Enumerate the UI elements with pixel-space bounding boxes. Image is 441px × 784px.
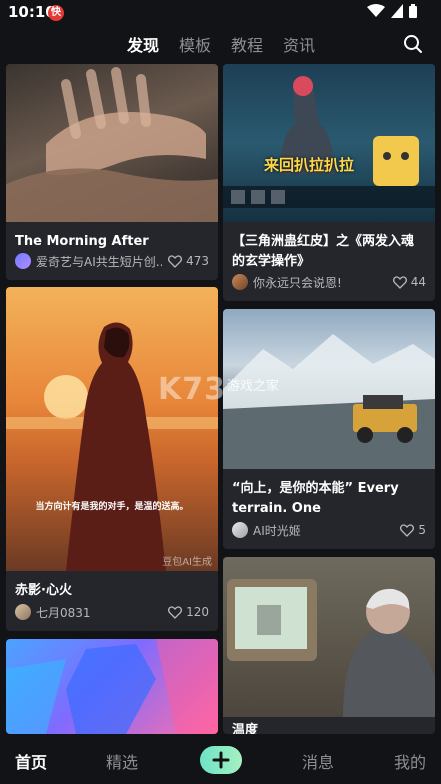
heart-icon bbox=[168, 605, 183, 619]
bottom-navigation: 首页 精选 消息 我的 bbox=[0, 734, 441, 784]
watermark-text: 游戏之家 bbox=[227, 379, 280, 394]
image-caption: 来回扒拉扒拉 bbox=[263, 156, 354, 174]
nav-featured[interactable]: 精选 bbox=[106, 749, 138, 773]
watermark-text: 豆包AI生成 bbox=[162, 557, 212, 568]
nav-profile[interactable]: 我的 bbox=[394, 749, 426, 773]
like-count: 120 bbox=[186, 605, 209, 619]
card-thumbnail bbox=[6, 64, 218, 222]
card-author: AI时光姬 bbox=[253, 523, 301, 538]
tab-templates[interactable]: 模板 bbox=[179, 32, 211, 56]
card-author: 爱奇艺与AI共生短片创... bbox=[36, 254, 163, 269]
card-meta: 七月0831 120 bbox=[15, 603, 209, 621]
nav-messages[interactable]: 消息 bbox=[302, 749, 334, 773]
avatar bbox=[15, 604, 31, 620]
nav-home[interactable]: 首页 bbox=[15, 749, 47, 773]
card-thumbnail: 游戏之家 bbox=[223, 309, 435, 469]
card-thumbnail: 来回扒拉扒拉 bbox=[223, 64, 435, 222]
old-man-tv-image bbox=[227, 579, 435, 717]
hands-image bbox=[6, 67, 218, 222]
plus-icon bbox=[212, 751, 230, 769]
notification-badge-icon: 快 bbox=[48, 5, 64, 21]
card-thumbnail: 当方向计有是我的对手，是温的送高。 豆包AI生成 bbox=[6, 287, 218, 571]
like-count: 44 bbox=[410, 275, 426, 289]
system-icons bbox=[367, 4, 417, 18]
feed-card[interactable]: 来回扒拉扒拉 【三角洲蛊红皮】之《两发入魂的玄学操作》 你永远只会说恩! 44 bbox=[223, 64, 435, 301]
feed-card[interactable]: 当方向计有是我的对手，是温的送高。 豆包AI生成 赤影·心火 七月0831 12… bbox=[6, 287, 218, 631]
feed-card[interactable]: The Morning After 爱奇艺与AI共生短片创... 473 bbox=[6, 64, 218, 280]
like-button[interactable]: 120 bbox=[168, 605, 209, 619]
like-button[interactable]: 5 bbox=[400, 523, 426, 537]
top-tabs: 发现 模板 教程 资讯 bbox=[0, 26, 441, 62]
feed-card[interactable]: 温度 bbox=[223, 557, 435, 734]
feed-card[interactable]: 游戏之家 “向上，是你的本能” Every terrain. One AI时光姬… bbox=[223, 309, 435, 549]
image-caption: 当方向计有是我的对手，是温的送高。 bbox=[35, 502, 189, 512]
battery-icon bbox=[409, 4, 417, 18]
wifi-icon bbox=[367, 4, 385, 17]
card-author: 七月0831 bbox=[36, 605, 91, 620]
card-meta: 你永远只会说恩! 44 bbox=[232, 273, 426, 291]
polygon-figure-image bbox=[6, 639, 218, 734]
like-count: 5 bbox=[418, 523, 426, 537]
heart-icon bbox=[400, 523, 415, 537]
status-bar: 10:10 快 bbox=[0, 0, 441, 26]
site-watermark: K73 bbox=[158, 372, 226, 407]
avatar bbox=[232, 522, 248, 538]
card-title: 温度 bbox=[232, 723, 259, 734]
card-author: 你永远只会说恩! bbox=[253, 275, 342, 290]
feed-card[interactable] bbox=[6, 639, 218, 734]
card-title: “向上，是你的本能” Every terrain. One bbox=[232, 481, 399, 516]
tab-discover[interactable]: 发现 bbox=[127, 32, 159, 56]
card-thumbnail bbox=[223, 557, 435, 717]
woman-sunset-image bbox=[6, 322, 218, 571]
like-button[interactable]: 473 bbox=[168, 254, 209, 268]
card-meta: 爱奇艺与AI共生短片创... 473 bbox=[15, 252, 209, 270]
tab-news[interactable]: 资讯 bbox=[283, 32, 315, 56]
game-character-image bbox=[223, 76, 435, 208]
heart-icon bbox=[392, 275, 407, 289]
heart-icon bbox=[168, 254, 183, 268]
card-title: 【三角洲蛊红皮】之《两发入魂的玄学操作》 bbox=[232, 234, 415, 269]
card-title: 赤影·心火 bbox=[15, 583, 72, 598]
card-thumbnail bbox=[6, 639, 218, 734]
create-button[interactable] bbox=[200, 746, 242, 774]
avatar bbox=[15, 253, 31, 269]
tab-tutorials[interactable]: 教程 bbox=[231, 32, 263, 56]
like-button[interactable]: 44 bbox=[392, 275, 426, 289]
like-count: 473 bbox=[186, 254, 209, 268]
card-title: The Morning After bbox=[15, 234, 149, 249]
card-meta: AI时光姬 5 bbox=[232, 521, 426, 539]
signal-icon bbox=[391, 4, 403, 18]
search-icon[interactable] bbox=[403, 34, 423, 54]
avatar bbox=[232, 274, 248, 290]
